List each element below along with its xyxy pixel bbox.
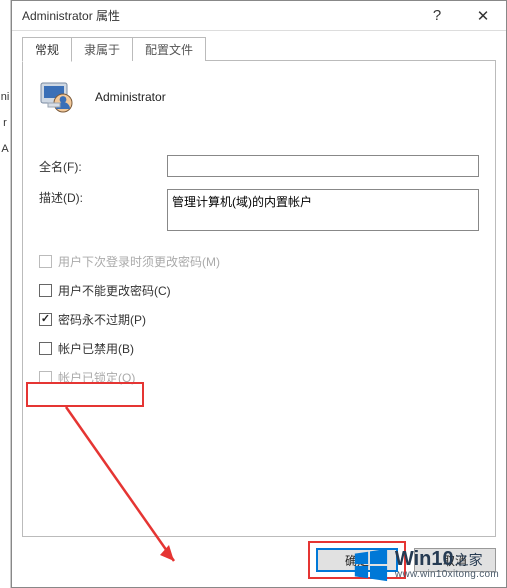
- description-input[interactable]: 管理计算机(域)的内置帐户: [167, 189, 479, 231]
- dialog-buttons: 确定 取消: [12, 543, 496, 577]
- client-area: 常规 隶属于 配置文件 Administrator 全名(F):: [12, 31, 506, 587]
- check-must-change: [39, 255, 52, 268]
- check-never-expires[interactable]: [39, 313, 52, 326]
- check-must-change-row: 用户下次登录时须更改密码(M): [39, 253, 479, 270]
- fullname-label: 全名(F):: [39, 158, 167, 175]
- tab-general[interactable]: 常规: [22, 37, 72, 62]
- check-cannot-change[interactable]: [39, 284, 52, 297]
- ok-button[interactable]: 确定: [316, 548, 398, 572]
- check-cannot-change-label: 用户不能更改密码(C): [58, 282, 171, 299]
- check-account-disabled-label: 帐户已禁用(B): [58, 340, 134, 357]
- check-never-expires-row: 密码永不过期(P): [39, 311, 479, 328]
- tab-panel-general: Administrator 全名(F): 描述(D): 管理计算机(域)的内置帐…: [22, 60, 496, 537]
- window-title: Administrator 属性: [22, 7, 414, 24]
- fullname-row: 全名(F):: [39, 155, 479, 177]
- tab-profile[interactable]: 配置文件: [132, 37, 206, 61]
- user-name-label: Administrator: [95, 90, 166, 104]
- properties-dialog: Administrator 属性 ? ✕ 常规 隶属于 配置文件 Adminis…: [11, 0, 507, 588]
- tab-strip: 常规 隶属于 配置文件: [22, 39, 496, 61]
- user-icon: [39, 79, 75, 115]
- checkbox-group: 用户下次登录时须更改密码(M) 用户不能更改密码(C) 密码永不过期(P) 帐户…: [39, 253, 479, 386]
- annotation-highlight-ok: 确定: [308, 541, 406, 579]
- check-account-locked: [39, 371, 52, 384]
- check-account-disabled-row: 帐户已禁用(B): [39, 340, 479, 357]
- description-row: 描述(D): 管理计算机(域)的内置帐户: [39, 189, 479, 231]
- cancel-button[interactable]: 取消: [414, 548, 496, 572]
- check-cannot-change-row: 用户不能更改密码(C): [39, 282, 479, 299]
- check-must-change-label: 用户下次登录时须更改密码(M): [58, 253, 220, 270]
- check-never-expires-label: 密码永不过期(P): [58, 311, 146, 328]
- user-header: Administrator: [39, 79, 479, 115]
- check-account-disabled[interactable]: [39, 342, 52, 355]
- description-label: 描述(D):: [39, 189, 167, 206]
- help-button[interactable]: ?: [414, 1, 460, 31]
- tab-member-of[interactable]: 隶属于: [71, 37, 133, 61]
- fullname-input[interactable]: [167, 155, 479, 177]
- check-account-locked-label: 帐户已锁定(O): [58, 369, 135, 386]
- close-button[interactable]: ✕: [460, 1, 506, 31]
- cropped-background-text: ni r A: [0, 0, 11, 588]
- titlebar: Administrator 属性 ? ✕: [12, 1, 506, 31]
- check-account-locked-row: 帐户已锁定(O): [39, 369, 479, 386]
